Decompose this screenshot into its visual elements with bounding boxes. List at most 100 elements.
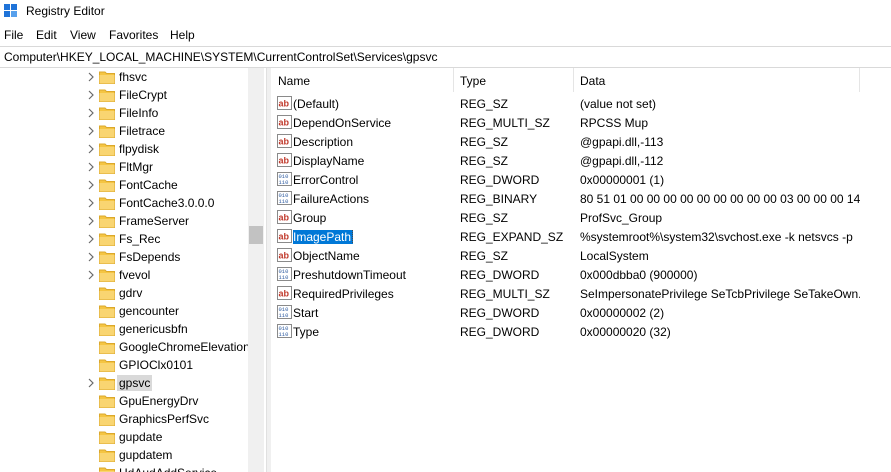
tree-item-hdaudaddservice[interactable]: HdAudAddService bbox=[0, 464, 248, 472]
value-row[interactable]: ab RequiredPrivileges REG_MULTI_SZ SeImpers… bbox=[271, 284, 891, 303]
binary-value-icon: 010110 bbox=[277, 267, 292, 281]
column-header-type[interactable]: Type bbox=[454, 68, 573, 92]
menu-edit[interactable]: Edit bbox=[36, 28, 57, 42]
value-row[interactable]: 010 110 PreshutdownTimeout REG_DWORD 0x000db… bbox=[271, 265, 891, 284]
column-divider[interactable] bbox=[859, 68, 860, 92]
value-data: 0x00000001 (1) bbox=[580, 173, 665, 187]
menu-view[interactable]: View bbox=[70, 28, 96, 42]
tree-item-label: FontCache3.0.0.0 bbox=[119, 196, 215, 210]
chevron-right-icon[interactable] bbox=[86, 161, 96, 173]
value-name[interactable]: Type bbox=[293, 325, 453, 339]
tree-item-label: GraphicsPerfSvc bbox=[119, 412, 210, 426]
tree-item-genericusbfn[interactable]: genericusbfn bbox=[0, 320, 248, 338]
tree-item-gupdate[interactable]: gupdate bbox=[0, 428, 248, 446]
value-name[interactable]: Start bbox=[293, 306, 453, 320]
value-data: 0x000dbba0 (900000) bbox=[580, 268, 698, 282]
chevron-right-icon[interactable] bbox=[86, 89, 96, 101]
string-value-icon: ab bbox=[277, 134, 292, 148]
key-tree-pane[interactable]: fhsvc FileCrypt FileInfo Filetrace flpydisk F… bbox=[0, 68, 266, 472]
tree-item-fileinfo[interactable]: FileInfo bbox=[0, 104, 248, 122]
chevron-right-icon[interactable] bbox=[86, 215, 96, 227]
tree-item-filecrypt[interactable]: FileCrypt bbox=[0, 86, 248, 104]
tree-item-graphicsperfsvc[interactable]: GraphicsPerfSvc bbox=[0, 410, 248, 428]
tree-item-fvevol[interactable]: fvevol bbox=[0, 266, 248, 284]
tree-item-gpsvc[interactable]: gpsvc bbox=[0, 374, 248, 392]
value-name[interactable]: DisplayName bbox=[293, 154, 453, 168]
chevron-right-icon[interactable] bbox=[86, 377, 96, 389]
string-value-icon: ab bbox=[277, 210, 292, 224]
chevron-right-icon[interactable] bbox=[86, 269, 96, 281]
chevron-right-icon[interactable] bbox=[86, 197, 96, 209]
value-row[interactable]: ab ObjectName REG_SZ LocalSystem bbox=[271, 246, 891, 265]
value-row[interactable]: 010 110 Start REG_DWORD 0x00000002 (2) bbox=[271, 303, 891, 322]
chevron-right-icon[interactable] bbox=[86, 71, 96, 83]
tree-item-fs-rec[interactable]: Fs_Rec bbox=[0, 230, 248, 248]
value-row[interactable]: ab DependOnService REG_MULTI_SZ RPCSS Mup bbox=[271, 113, 891, 132]
menu-favorites[interactable]: Favorites bbox=[109, 28, 158, 42]
address-path[interactable]: Computer\HKEY_LOCAL_MACHINE\SYSTEM\Curre… bbox=[4, 50, 437, 64]
tree-item-gencounter[interactable]: gencounter bbox=[0, 302, 248, 320]
value-type: REG_MULTI_SZ bbox=[460, 116, 550, 130]
column-header-data[interactable]: Data bbox=[574, 68, 859, 92]
value-name[interactable]: PreshutdownTimeout bbox=[293, 268, 453, 282]
value-name-text: RequiredPrivileges bbox=[293, 287, 394, 301]
menu-help[interactable]: Help bbox=[170, 28, 195, 42]
chevron-right-icon[interactable] bbox=[86, 233, 96, 245]
value-type: REG_DWORD bbox=[460, 268, 540, 282]
value-row[interactable]: 010 110 FailureActions REG_BINARY 80 51 01 0… bbox=[271, 189, 891, 208]
value-row[interactable]: ab Description REG_SZ @gpapi.dll,-113 bbox=[271, 132, 891, 151]
value-row[interactable]: 010 110 ErrorControl REG_DWORD 0x00000001 (1… bbox=[271, 170, 891, 189]
value-name[interactable]: DependOnService bbox=[293, 116, 453, 130]
value-name[interactable]: FailureActions bbox=[293, 192, 453, 206]
value-name-text: Group bbox=[293, 211, 327, 225]
tree-item-fontcache3-0-0-0[interactable]: FontCache3.0.0.0 bbox=[0, 194, 248, 212]
menu-file[interactable]: File bbox=[4, 28, 23, 42]
value-name[interactable]: Description bbox=[293, 135, 453, 149]
tree-item-gupdatem[interactable]: gupdatem bbox=[0, 446, 248, 464]
folder-icon bbox=[99, 269, 115, 282]
chevron-right-icon[interactable] bbox=[86, 125, 96, 137]
tree-item-fsdepends[interactable]: FsDepends bbox=[0, 248, 248, 266]
value-name[interactable]: ErrorControl bbox=[293, 173, 453, 187]
tree-item-googlechromeelevation[interactable]: GoogleChromeElevation bbox=[0, 338, 250, 356]
tree-item-fontcache[interactable]: FontCache bbox=[0, 176, 248, 194]
value-row[interactable]: ab ImagePath REG_EXPAND_SZ %systemroot%\sys… bbox=[271, 227, 891, 246]
string-value-icon: ab bbox=[277, 96, 292, 110]
value-name[interactable]: RequiredPrivileges bbox=[293, 287, 453, 301]
value-row[interactable]: ab DisplayName REG_SZ @gpapi.dll,-112 bbox=[271, 151, 891, 170]
folder-icon bbox=[99, 449, 115, 462]
tree-item-label: genericusbfn bbox=[119, 322, 188, 336]
value-row[interactable]: ab (Default) REG_SZ (value not set) bbox=[271, 94, 891, 113]
value-name-text: PreshutdownTimeout bbox=[293, 268, 406, 282]
tree-item-gpioclx0101[interactable]: GPIOClx0101 bbox=[0, 356, 248, 374]
tree-item-fhsvc[interactable]: fhsvc bbox=[0, 68, 248, 86]
value-row[interactable]: ab Group REG_SZ ProfSvc_Group bbox=[271, 208, 891, 227]
folder-icon bbox=[99, 377, 115, 390]
tree-item-label: gdrv bbox=[119, 286, 143, 300]
values-list-pane[interactable]: Name Type Data ab (Default) REG_SZ (value n… bbox=[271, 68, 891, 472]
address-bar[interactable]: Computer\HKEY_LOCAL_MACHINE\SYSTEM\Curre… bbox=[0, 46, 891, 68]
tree-item-gdrv[interactable]: gdrv bbox=[0, 284, 248, 302]
tree-item-frameserver[interactable]: FrameServer bbox=[0, 212, 248, 230]
svg-text:110: 110 bbox=[279, 331, 289, 338]
value-name[interactable]: (Default) bbox=[293, 97, 453, 111]
tree-scrollbar[interactable] bbox=[248, 68, 264, 472]
tree-item-filetrace[interactable]: Filetrace bbox=[0, 122, 248, 140]
string-value-icon: ab bbox=[277, 229, 292, 243]
column-header-name[interactable]: Name bbox=[271, 68, 453, 92]
value-name[interactable]: ObjectName bbox=[293, 249, 453, 263]
value-row[interactable]: 010 110 Type REG_DWORD 0x00000020 (32) bbox=[271, 322, 891, 341]
tree-scrollbar-thumb[interactable] bbox=[249, 226, 263, 244]
tree-item-fltmgr[interactable]: FltMgr bbox=[0, 158, 248, 176]
folder-icon bbox=[99, 467, 115, 472]
tree-item-flpydisk[interactable]: flpydisk bbox=[0, 140, 248, 158]
value-name[interactable]: Group bbox=[293, 211, 453, 225]
chevron-right-icon[interactable] bbox=[86, 143, 96, 155]
chevron-right-icon[interactable] bbox=[86, 179, 96, 191]
folder-icon bbox=[99, 287, 115, 300]
column-header-data-label: Data bbox=[580, 74, 606, 88]
value-name[interactable]: ImagePath bbox=[293, 230, 453, 244]
tree-item-gpuenergydrv[interactable]: GpuEnergyDrv bbox=[0, 392, 248, 410]
chevron-right-icon[interactable] bbox=[86, 251, 96, 263]
chevron-right-icon[interactable] bbox=[86, 107, 96, 119]
